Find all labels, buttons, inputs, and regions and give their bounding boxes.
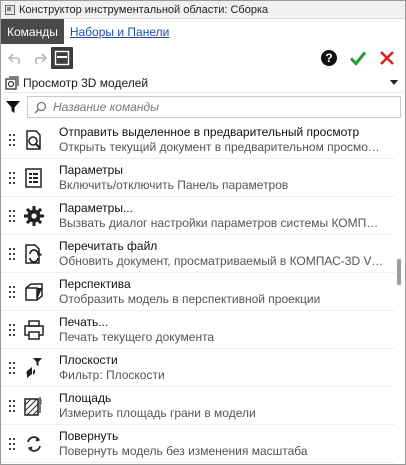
scrollbar-thumb[interactable] <box>397 259 401 285</box>
command-description: Печать текущего документа <box>59 329 215 344</box>
drag-handle-icon[interactable] <box>5 121 19 159</box>
command-description: Открыть текущий документ в предварительн… <box>59 139 385 154</box>
chevron-down-icon <box>390 80 398 85</box>
view-3d-models-icon <box>5 75 19 90</box>
checkmark-icon <box>349 51 367 66</box>
list-item[interactable]: Перспектива Отобразить модель в перспект… <box>1 273 395 311</box>
command-name: Отправить выделенное в предварительный п… <box>59 124 360 139</box>
list-item[interactable]: Перечитать файл Обновить документ, просм… <box>1 235 395 273</box>
tab-commands[interactable]: Команды <box>1 19 64 44</box>
drag-handle-icon[interactable] <box>5 273 19 311</box>
drag-handle-icon[interactable] <box>5 387 19 425</box>
command-name: Повернуть <box>59 428 119 443</box>
command-description: Фильтр: Плоскости <box>59 367 165 382</box>
parameters-panel-icon <box>21 165 47 191</box>
redo-icon <box>34 53 47 65</box>
category-dropdown[interactable]: Просмотр 3D моделей <box>3 73 403 93</box>
drag-handle-icon[interactable] <box>5 425 19 463</box>
undo-button[interactable] <box>5 47 27 69</box>
undo-icon <box>8 53 21 65</box>
command-name: Плоскости <box>59 352 118 367</box>
search-input[interactable] <box>53 100 353 114</box>
reload-file-icon <box>21 241 47 267</box>
drag-handle-icon[interactable] <box>5 197 19 235</box>
list-item[interactable]: Отправить выделенное в предварительный п… <box>1 121 395 159</box>
command-name: Печать... <box>59 314 109 329</box>
printer-icon <box>21 317 47 343</box>
help-button[interactable]: ? <box>318 47 340 69</box>
list-item[interactable]: 2 Площадь Измерить площадь грани в модел… <box>1 387 395 425</box>
gear-icon <box>21 203 47 229</box>
toolbar: ? <box>1 44 405 72</box>
title-bar: Конструктор инструментальной области: Сб… <box>1 1 405 19</box>
drag-handle-icon[interactable] <box>5 235 19 273</box>
drag-handle-icon[interactable] <box>5 311 19 349</box>
area-icon: 2 <box>21 393 47 419</box>
command-description: Вызвать диалог настройки параметров сист… <box>59 215 385 230</box>
command-name: Параметры <box>59 162 123 177</box>
list-scrollbar[interactable] <box>395 121 403 464</box>
rotate-icon <box>21 431 47 457</box>
command-description: Обновить документ, просматриваемый в КОМ… <box>59 253 385 268</box>
list-item[interactable]: Печать... Печать текущего документа <box>1 311 395 349</box>
perspective-icon <box>21 279 47 305</box>
list-item[interactable]: Плоскости Фильтр: Плоскости <box>1 349 395 387</box>
command-constructor-window: Конструктор инструментальной области: Сб… <box>0 0 406 465</box>
tab-sets-and-panels[interactable]: Наборы и Панели <box>64 19 175 44</box>
category-selected-value: Просмотр 3D моделей <box>23 75 149 90</box>
search-row <box>3 95 403 119</box>
panel-icon <box>54 50 70 66</box>
ok-button[interactable] <box>347 47 369 69</box>
redo-button[interactable] <box>28 47 50 69</box>
drag-handle-icon[interactable] <box>5 159 19 197</box>
search-icon <box>34 101 47 114</box>
command-name: Площадь <box>59 390 112 405</box>
svg-text:?: ? <box>325 51 332 65</box>
svg-text:2: 2 <box>39 400 43 406</box>
panel-view-button[interactable] <box>51 47 73 69</box>
tab-bar: Команды Наборы и Панели <box>1 19 405 44</box>
drag-handle-icon[interactable] <box>5 349 19 387</box>
cancel-button[interactable] <box>376 47 398 69</box>
command-name: Параметры... <box>59 200 133 215</box>
filter-button[interactable] <box>3 96 23 118</box>
list-item[interactable]: Повернуть Повернуть модель без изменения… <box>1 425 395 463</box>
command-description: Повернуть модель без изменения масштаба <box>59 443 308 458</box>
filter-icon <box>6 101 20 113</box>
command-description: Измерить площадь грани в модели <box>59 405 256 420</box>
preview-send-icon <box>21 127 47 153</box>
planes-filter-icon <box>21 355 47 381</box>
command-description: Отобразить модель в перспективной проекц… <box>59 291 321 306</box>
command-name: Перспектива <box>59 276 131 291</box>
window-title: Конструктор инструментальной области: Сб… <box>19 3 269 16</box>
list-item[interactable]: Параметры... Вызвать диалог настройки па… <box>1 197 395 235</box>
command-name: Перечитать файл <box>59 238 158 253</box>
list-item[interactable]: Параметры Включить/отключить Панель пара… <box>1 159 395 197</box>
search-box <box>27 96 401 118</box>
app-icon <box>5 4 15 15</box>
command-description: Включить/отключить Панель параметров <box>59 177 289 192</box>
command-list: Отправить выделенное в предварительный п… <box>1 121 395 464</box>
close-icon <box>380 51 394 65</box>
help-icon: ? <box>321 50 337 66</box>
